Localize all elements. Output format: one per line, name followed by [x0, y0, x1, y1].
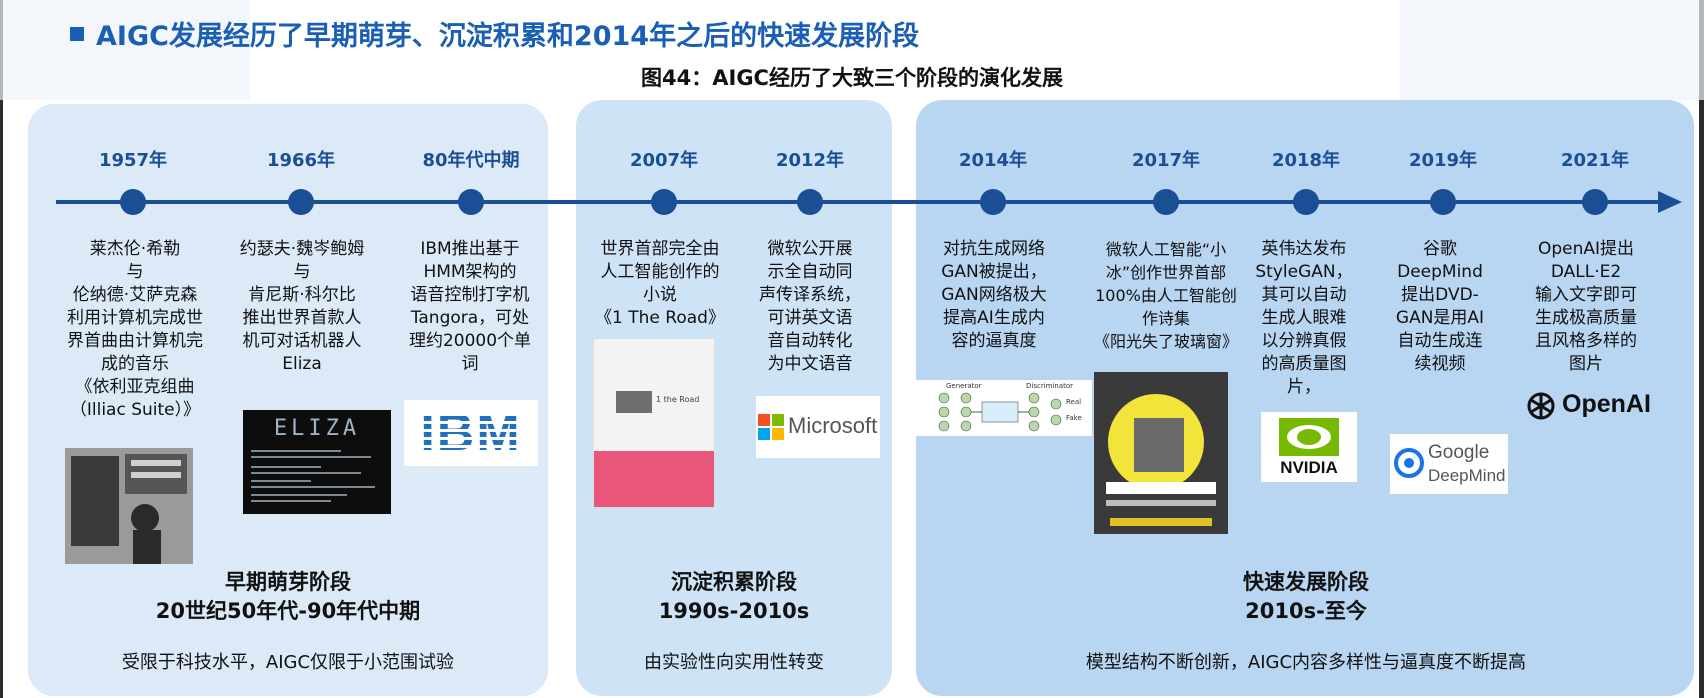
terminal-lines-graphic: [251, 450, 375, 502]
eliza-terminal-screenshot: ELIZA: [243, 410, 391, 514]
stage-title-accumulation: 沉淀积累阶段 1990s-2010s: [658, 570, 810, 623]
milestone-year: 2012年: [775, 150, 845, 171]
ibm-logo: IBM: [404, 400, 538, 466]
milestone-description: 微软公开展 示全自动同 声传译系统， 可讲英文语 音自动转化 为中文语音: [759, 239, 861, 374]
window-frame-right: [1699, 0, 1704, 698]
deepmind-swirl-icon: [1394, 448, 1424, 478]
nvidia-eye-icon: [1279, 418, 1339, 456]
ibm-stripes-graphic: [404, 413, 538, 456]
milestone-description: 谷歌 DeepMind 提出DVD- GAN是用AI 自动生成连 续视频: [1395, 239, 1485, 374]
microsoft-logo: Microsoft: [756, 396, 880, 458]
stage-note-rapid: 模型结构不断创新，AIGC内容多样性与逼真度不断提高: [1085, 652, 1527, 673]
stage-note-early: 受限于科技水平，AIGC仅限于小范围试验: [121, 652, 455, 673]
timeline-dot: [120, 189, 146, 215]
timeline-dot: [1430, 189, 1456, 215]
milestone-year: 80年代中期: [422, 150, 520, 171]
timeline-dot: [980, 189, 1006, 215]
page-heading: AIGC发展经历了早期萌芽、沉淀积累和2014年之后的快速发展阶段: [70, 14, 919, 53]
illiac-photo-graphic: [65, 448, 193, 564]
timeline-dot: [1153, 189, 1179, 215]
gan-architecture-diagram: Generator Discriminator Real Fake: [916, 380, 1092, 436]
xiaoice-poetry-book-cover: [1094, 372, 1228, 534]
openai-knot-icon: [1527, 392, 1555, 420]
milestone-description: 世界首部完全由 人工智能创作的 小说 《1 The Road》: [595, 239, 725, 328]
timeline-dot: [1293, 189, 1319, 215]
timeline-arrow-icon: [1658, 191, 1682, 213]
milestone-year: 1966年: [266, 150, 336, 171]
timeline-dot: [797, 189, 823, 215]
milestone-year: 1957年: [98, 150, 168, 171]
milestone-year: 2019年: [1408, 150, 1478, 171]
heading-text: AIGC发展经历了早期萌芽、沉淀积累和2014年之后的快速发展阶段: [96, 21, 920, 52]
timeline-dot: [1582, 189, 1608, 215]
milestone-description: 英伟达发布 StyleGAN， 其可以自动 生成人眼难 以分辨真假 的高质量图 …: [1255, 239, 1353, 397]
illiac-photo: [65, 448, 193, 564]
milestone-year: 2007年: [629, 150, 699, 171]
book-cover-graphic: [1094, 372, 1228, 534]
stage-note-accumulation: 由实验性向实用性转变: [644, 652, 824, 673]
milestone-year: 2014年: [958, 150, 1028, 171]
milestone-year: 2017年: [1131, 150, 1201, 171]
milestone-description: 莱杰伦·希勒 与 伦纳德·艾萨克森 利用计算机完成世 界首曲由计算机完 成的音乐…: [67, 239, 203, 420]
book-title-text: 1 the Road: [656, 395, 700, 404]
nvidia-logo: NVIDIA: [1261, 412, 1357, 482]
timeline-dot: [458, 189, 484, 215]
openai-logo: OpenAI: [1524, 386, 1672, 426]
book-pink-band: [594, 451, 714, 507]
timeline-dot: [288, 189, 314, 215]
bullet-square-icon: [70, 26, 84, 41]
stage-title-rapid: 快速发展阶段 2010s-至今: [1243, 570, 1369, 623]
microsoft-squares-icon: [758, 414, 784, 440]
microsoft-logo-text: Microsoft: [788, 413, 878, 438]
figure-title: 图44：AIGC经历了大致三个阶段的演化发展: [641, 66, 1063, 90]
google-logo-text: Google: [1428, 442, 1490, 463]
gan-fake-label: Fake: [1066, 414, 1082, 422]
book-cover-1-the-road: 1 the Road: [593, 338, 715, 508]
gan-network-graphic: [938, 392, 1062, 432]
window-frame-left: [0, 0, 3, 698]
deepmind-logo-text: DeepMind: [1428, 466, 1506, 485]
milestone-year: 2018年: [1271, 150, 1341, 171]
gan-real-label: Real: [1066, 398, 1082, 406]
openai-logo-text: OpenAI: [1562, 390, 1651, 418]
google-deepmind-logo: Google DeepMind: [1390, 434, 1508, 494]
timeline-dot: [651, 189, 677, 215]
nvidia-logo-text: NVIDIA: [1280, 458, 1338, 477]
milestone-description: 微软人工智能“小 冰”创作世界首部 100%由人工智能创 作诗集 《阳光失了玻璃…: [1093, 240, 1238, 351]
milestone-description: IBM推出基于 HMM架构的 语音控制打字机 Tangora，可处 理约2000…: [408, 239, 532, 374]
stage-title-early: 早期萌芽阶段 20世纪50年代-90年代中期: [155, 570, 421, 623]
milestone-description: 对抗生成网络 GAN被提出， GAN网络极大 提高AI生成内 容的逼真度: [941, 239, 1047, 351]
milestone-description: OpenAI提出 DALL·E2 输入文字即可 生成极高质量 且风格多样的 图片: [1535, 239, 1637, 374]
book-photo: [616, 391, 652, 413]
milestone-description: 约瑟夫·魏岑鲍姆 与 肯尼斯·科尔比 推出世界首款人 机可对话机器人 Eliza: [239, 239, 365, 374]
milestone-year: 2021年: [1560, 150, 1630, 171]
